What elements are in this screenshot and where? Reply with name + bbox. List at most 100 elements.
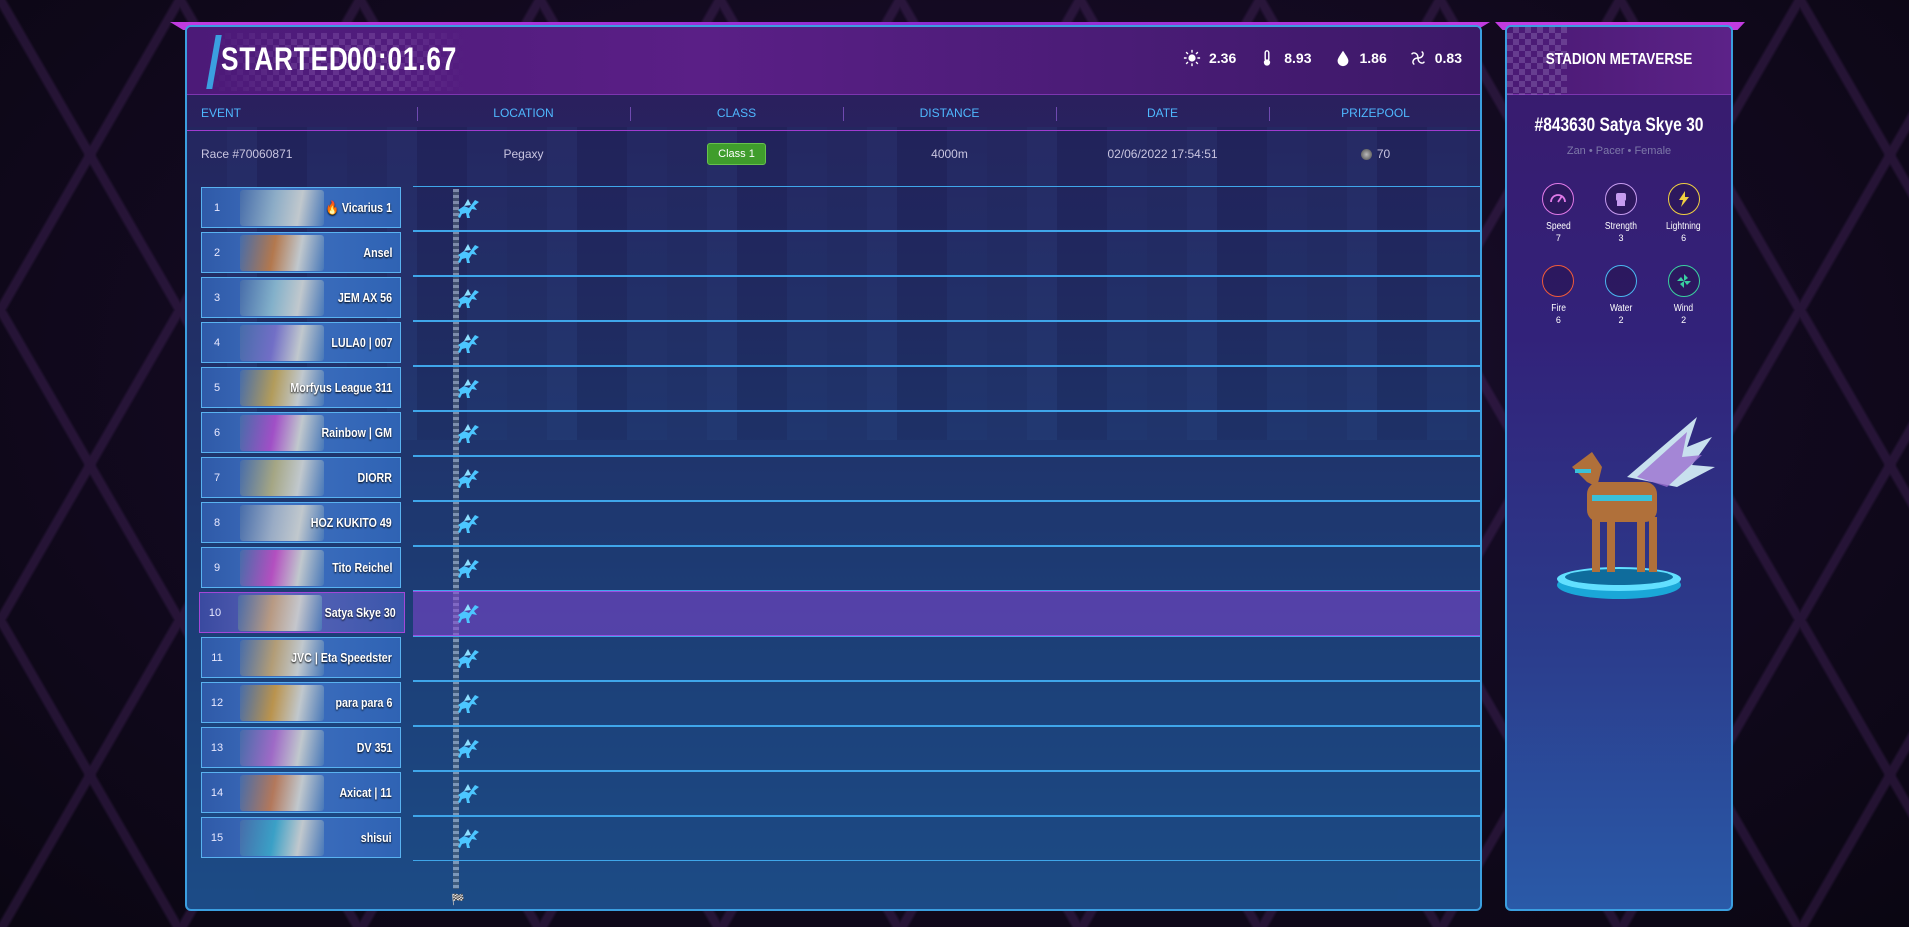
lane-number: 9 <box>213 561 221 574</box>
horse-card[interactable]: 15 shisui <box>201 817 401 858</box>
horse-thumbnail <box>240 820 324 856</box>
horse-thumbnail <box>240 280 324 316</box>
weather-temp: 8.93 <box>1258 49 1312 67</box>
stat-value: 6 <box>1555 315 1561 325</box>
race-lane[interactable]: 9 Tito Reichel <box>187 546 1480 591</box>
race-panel: STARTED 00:01.67 2.36 8.93 1.86 0.83 EVE… <box>185 25 1482 911</box>
race-lane[interactable]: 7 DIORR <box>187 456 1480 501</box>
weather-value: 0.83 <box>1434 50 1462 66</box>
horse-thumbnail <box>240 235 324 271</box>
race-lane[interactable]: 1 🔥 Vicarius 1 <box>187 186 1480 231</box>
horse-name-label: Satya Skye 30 <box>324 605 396 620</box>
race-date: 02/06/2022 17:54:51 <box>1107 147 1218 161</box>
weather-humidity: 1.86 <box>1334 49 1387 67</box>
race-lane[interactable]: 4 LULA0 | 007 <box>187 321 1480 366</box>
horse-card[interactable]: 12 para para 6 <box>201 682 401 723</box>
race-lane[interactable]: 11 JVC | Eta Speedster <box>187 636 1480 681</box>
pegasus-runner-icon <box>458 379 479 398</box>
horse-card[interactable]: 14 Axicat | 11 <box>201 772 401 813</box>
lane-number: 12 <box>210 696 224 709</box>
pegasus-runner-icon <box>458 784 479 803</box>
horse-name-label: DIORR <box>357 470 392 485</box>
horse-name-label: Tito Reichel <box>331 560 392 575</box>
lane-number: 6 <box>213 426 221 439</box>
finish-flag-icon: 🏁 <box>451 894 465 906</box>
race-class-cell: Class 1 <box>630 131 843 177</box>
pegasus-runner-icon <box>458 244 479 263</box>
lane-track <box>413 636 1480 681</box>
horse-card[interactable]: 4 LULA0 | 007 <box>201 322 401 363</box>
race-lane[interactable]: 13 DV 351 <box>187 726 1480 771</box>
col-distance: DISTANCE <box>843 95 1056 130</box>
wind-icon <box>1667 265 1700 297</box>
stat-wind: Wind 2 <box>1652 265 1715 325</box>
stat-water: Water 2 <box>1590 265 1653 325</box>
race-lane[interactable]: 5 Morfyus League 311 <box>187 366 1480 411</box>
horse-card[interactable]: 6 Rainbow | GM <box>201 412 401 453</box>
horse-detail-panel: STADION METAVERSE #843630 Satya Skye 30 … <box>1505 25 1733 911</box>
class-badge: Class 1 <box>707 143 766 165</box>
horse-card[interactable]: 9 Tito Reichel <box>201 547 401 588</box>
col-class: CLASS <box>630 95 843 130</box>
horse-meta: Zan • Pacer • Female <box>1566 145 1672 157</box>
horse-thumbnail <box>240 325 324 361</box>
pegasus-runner-icon <box>458 694 479 713</box>
stat-value: 6 <box>1681 233 1687 243</box>
thermometer-icon <box>1264 50 1271 66</box>
race-lane[interactable]: 12 para para 6 <box>187 681 1480 726</box>
horse-card[interactable]: 3 JEM AX 56 <box>201 277 401 318</box>
col-event: EVENT <box>201 105 242 120</box>
race-lane[interactable]: 10 Satya Skye 30 <box>187 591 1480 636</box>
lane-number: 1 <box>213 201 221 214</box>
lane-track <box>413 321 1480 366</box>
weather-sun: 2.36 <box>1183 49 1236 67</box>
lane-track <box>413 771 1480 816</box>
horse-card[interactable]: 2 Ansel <box>201 232 401 273</box>
horse-thumbnail <box>240 190 324 226</box>
horse-name: #843630 Satya Skye 30 <box>1534 115 1704 136</box>
horse-card[interactable]: 7 DIORR <box>201 457 401 498</box>
race-lane[interactable]: 3 JEM AX 56 <box>187 276 1480 321</box>
horse-card[interactable]: 8 HOZ KUKITO 49 <box>201 502 401 543</box>
horse-card[interactable]: 1 🔥 Vicarius 1 <box>201 187 401 228</box>
race-lane[interactable]: 14 Axicat | 11 <box>187 771 1480 816</box>
stat-label: Fire <box>1550 303 1566 314</box>
race-lane[interactable]: 8 HOZ KUKITO 49 <box>187 501 1480 546</box>
horse-thumbnail <box>240 685 324 721</box>
horse-name-label: JVC | Eta Speedster <box>291 650 392 665</box>
lane-track <box>413 366 1480 411</box>
stat-value: 3 <box>1618 233 1624 243</box>
race-location: Pegaxy <box>503 147 544 161</box>
horse-name-label: Axicat | 11 <box>339 785 392 800</box>
pegasus-runner-icon <box>458 829 479 848</box>
horse-card[interactable]: 5 Morfyus League 311 <box>201 367 401 408</box>
horse-thumbnail <box>240 730 324 766</box>
horse-name-label: Morfyus League 311 <box>290 380 392 395</box>
lane-number: 14 <box>210 786 224 799</box>
race-lane[interactable]: 6 Rainbow | GM <box>187 411 1480 456</box>
race-distance: 4000m <box>931 147 968 161</box>
horse-name-label: DV 351 <box>356 740 392 755</box>
pegasus-runner-icon <box>458 649 479 668</box>
race-timer: 00:01.67 <box>347 41 458 77</box>
horse-card[interactable]: 13 DV 351 <box>201 727 401 768</box>
horse-card[interactable]: 10 Satya Skye 30 <box>199 592 405 633</box>
horse-name-label: Rainbow | GM <box>321 425 392 440</box>
horse-thumbnail <box>240 415 324 451</box>
race-lane[interactable]: 15 shisui <box>187 816 1480 861</box>
horse-stats: Speed 7 Strength 3 Lightning 6 Fire 6 Wa… <box>1527 183 1715 325</box>
lane-number: 2 <box>213 246 221 259</box>
lane-number: 10 <box>208 606 222 619</box>
stat-strength: Strength 3 <box>1590 183 1653 243</box>
stat-label: Water <box>1609 303 1633 314</box>
lane-number: 3 <box>213 291 221 304</box>
horse-card[interactable]: 11 JVC | Eta Speedster <box>201 637 401 678</box>
fire-icon <box>1542 265 1575 297</box>
horse-name-label: LULA0 | 007 <box>330 335 392 350</box>
horse-thumbnail <box>240 775 324 811</box>
pegasus-runner-icon <box>458 514 479 533</box>
horse-name-label: JEM AX 56 <box>337 290 392 305</box>
lane-track <box>413 816 1480 861</box>
race-lane[interactable]: 2 Ansel <box>187 231 1480 276</box>
lane-number: 11 <box>211 651 223 664</box>
